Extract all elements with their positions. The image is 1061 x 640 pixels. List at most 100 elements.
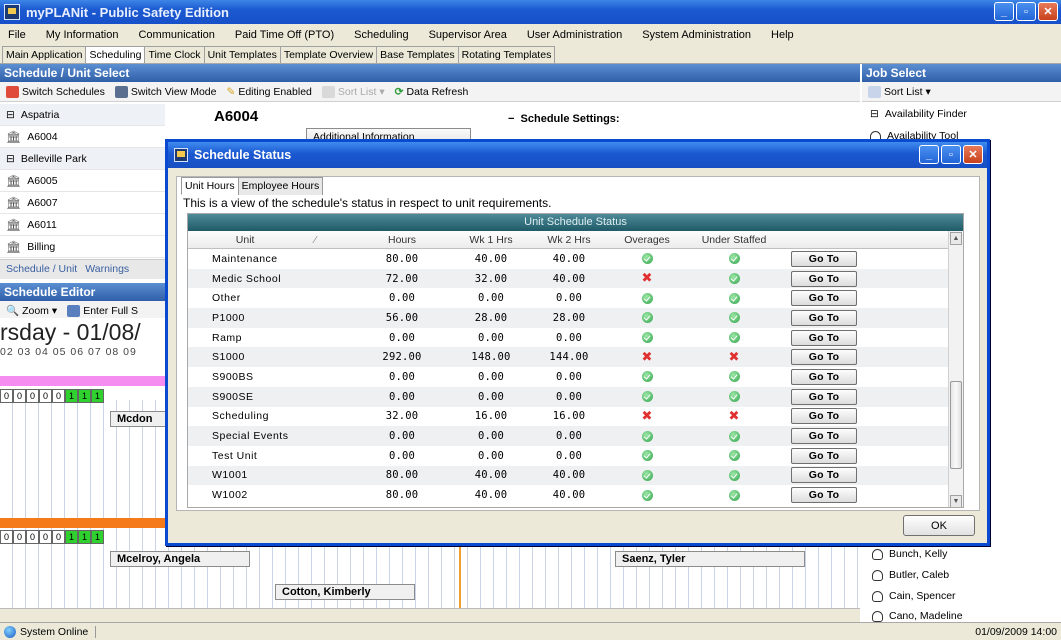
maximize-button[interactable]: ▫	[1016, 2, 1036, 21]
magnifier-icon: 🔍	[6, 305, 20, 317]
menu-scheduling[interactable]: Scheduling	[354, 29, 408, 41]
list-item-a6011[interactable]: 🏛 A6011	[0, 214, 165, 236]
sort-list-button[interactable]: Sort List ▾	[321, 85, 385, 98]
go-to-button[interactable]: Go To	[791, 487, 857, 504]
tab-warnings[interactable]: Warnings	[85, 263, 129, 276]
menu-user-administration[interactable]: User Administration	[527, 29, 622, 41]
shift-bar-mcdon[interactable]: Mcdon	[110, 411, 170, 427]
close-button[interactable]: ✕	[1038, 2, 1058, 21]
shift-bar-cotton[interactable]: Cotton, Kimberly	[275, 584, 415, 600]
tab-template-overview[interactable]: Template Overview	[279, 46, 378, 63]
list-group-aspatria[interactable]: ⊟ Aspatria	[0, 104, 165, 126]
person-item[interactable]: Bunch, Kelly	[872, 548, 947, 560]
menu-help[interactable]: Help	[771, 29, 794, 41]
menu-pto[interactable]: Paid Time Off (PTO)	[235, 29, 334, 41]
check-ok-icon	[728, 391, 740, 403]
list-item-a6007[interactable]: 🏛 A6007	[0, 192, 165, 214]
tab-employee-hours[interactable]: Employee Hours	[237, 177, 324, 195]
shift-bar-saenz[interactable]: Saenz, Tyler	[615, 551, 805, 567]
cell-unit: S900SE	[212, 390, 254, 403]
tab-scheduling[interactable]: Scheduling	[85, 46, 146, 63]
shift-bar-mcelroy[interactable]: Mcelroy, Angela	[110, 551, 250, 567]
go-to-button[interactable]: Go To	[791, 329, 857, 346]
ok-button[interactable]: OK	[903, 515, 975, 536]
tab-base-templates[interactable]: Base Templates	[376, 46, 459, 63]
tab-unit-hours[interactable]: Unit Hours	[181, 177, 239, 195]
cell-hours: 56.00	[385, 311, 419, 324]
tab-schedule-unit[interactable]: Schedule / Unit	[6, 263, 77, 276]
go-to-button[interactable]: Go To	[791, 368, 857, 385]
sort-icon	[868, 85, 881, 98]
menu-file[interactable]: File	[8, 29, 26, 41]
go-to-button[interactable]: Go To	[791, 270, 857, 287]
menu-communication[interactable]: Communication	[138, 29, 214, 41]
col-hours[interactable]: Hours	[352, 231, 452, 248]
availability-finder-item[interactable]: ⊟ Availability Finder	[870, 108, 967, 120]
row-gutter	[188, 426, 200, 446]
cell-wk1: 40.00	[474, 469, 508, 482]
cell-wk1: 0.00	[477, 390, 505, 403]
go-to-button[interactable]: Go To	[791, 290, 857, 307]
col-wk2[interactable]: Wk 2 Hrs	[530, 231, 608, 248]
cell-unit: S1000	[212, 351, 245, 364]
pencil-icon: ✎	[226, 85, 236, 98]
zoom-button[interactable]: 🔍 Zoom ▾	[6, 304, 57, 318]
tab-time-clock[interactable]: Time Clock	[144, 46, 205, 63]
cell-hours: 72.00	[385, 272, 419, 285]
go-to-button[interactable]: Go To	[791, 309, 857, 326]
scroll-up-icon[interactable]: ▲	[950, 232, 962, 245]
cell-wk1: 0.00	[477, 430, 505, 443]
cell-under-staffed: ✖	[686, 407, 782, 427]
go-to-button[interactable]: Go To	[791, 388, 857, 405]
switch-view-mode-button[interactable]: Switch View Mode	[114, 85, 217, 98]
tab-unit-templates[interactable]: Unit Templates	[203, 46, 281, 63]
go-to-button[interactable]: Go To	[791, 408, 857, 425]
row-gutter	[188, 308, 200, 328]
scroll-down-icon[interactable]: ▼	[950, 495, 962, 507]
list-group-belleville-park[interactable]: ⊟ Belleville Park	[0, 148, 165, 170]
data-refresh-button[interactable]: ⟳ Data Refresh	[395, 86, 469, 98]
enter-full-screen-button[interactable]: Enter Full S	[67, 304, 138, 317]
list-item-billing[interactable]: 🏛 Billing	[0, 236, 165, 258]
person-item[interactable]: Cano, Madeline	[872, 610, 963, 622]
minimize-button[interactable]: _	[994, 2, 1014, 21]
person-item[interactable]: Butler, Caleb	[872, 569, 949, 581]
check-ok-icon	[641, 489, 653, 501]
cell-under-staffed	[686, 328, 782, 348]
table-row: Scheduling 32.00 16.00 16.00 ✖ ✖ Go To	[188, 406, 963, 427]
person-item[interactable]: Cain, Spencer	[872, 590, 956, 602]
go-to-button[interactable]: Go To	[791, 349, 857, 366]
col-under-staffed[interactable]: Under Staffed	[686, 231, 782, 248]
list-item-a6005[interactable]: 🏛 A6005	[0, 170, 165, 192]
dialog-minimize-button[interactable]: _	[919, 145, 939, 164]
col-overages[interactable]: Overages	[608, 231, 686, 248]
editor-horizontal-scrollbar[interactable]	[0, 608, 860, 622]
col-wk1[interactable]: Wk 1 Hrs	[452, 231, 530, 248]
go-to-button[interactable]: Go To	[791, 250, 857, 267]
go-to-button[interactable]: Go To	[791, 447, 857, 464]
table-row: Test Unit 0.00 0.00 0.00 Go To	[188, 445, 963, 466]
table-vertical-scrollbar[interactable]: ▲ ▼	[948, 231, 963, 507]
tab-main-application[interactable]: Main Application	[2, 46, 87, 63]
cell-unit: Other	[212, 292, 241, 305]
tab-rotating-templates[interactable]: Rotating Templates	[457, 46, 556, 63]
menu-system-administration[interactable]: System Administration	[642, 29, 751, 41]
dialog-maximize-button[interactable]: ▫	[941, 145, 961, 164]
menu-my-information[interactable]: My Information	[46, 29, 119, 41]
cell-action: Go To	[782, 446, 866, 466]
switch-schedules-button[interactable]: Switch Schedules	[6, 85, 105, 98]
editing-enabled-button[interactable]: ✎ Editing Enabled	[227, 86, 312, 98]
cell-overages: ✖	[608, 269, 686, 289]
scroll-thumb[interactable]	[950, 381, 962, 469]
dialog-close-button[interactable]: ✕	[963, 145, 983, 164]
job-sort-list-button[interactable]: Sort List ▾	[868, 85, 931, 98]
list-item-a6004[interactable]: 🏛 A6004	[0, 126, 165, 148]
row-gutter	[188, 288, 200, 308]
cell-overages	[608, 466, 686, 486]
collapse-icon: ⊟	[870, 108, 879, 120]
col-unit[interactable]: Unit ⁄	[200, 231, 352, 248]
go-to-button[interactable]: Go To	[791, 428, 857, 445]
go-to-button[interactable]: Go To	[791, 467, 857, 484]
menu-supervisor-area[interactable]: Supervisor Area	[429, 29, 507, 41]
error-x-icon: ✖	[641, 349, 653, 365]
